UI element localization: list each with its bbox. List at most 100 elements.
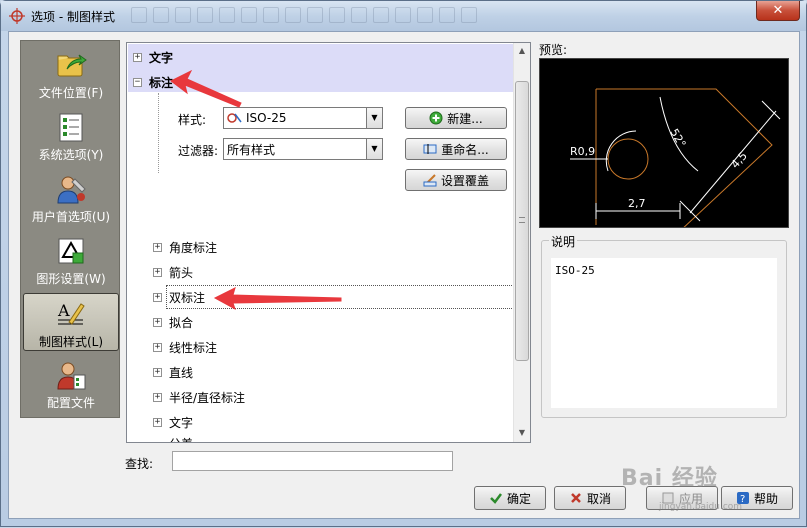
tree-item-arrows[interactable]: 箭头 [169,264,193,281]
checklist-icon [59,113,83,142]
nav-item-file-locations[interactable]: 文件位置(F) [23,45,119,103]
svg-text:A: A [57,301,70,320]
nav-hotkey: (F) [86,86,104,100]
nav-label: 文件位置 [38,86,87,100]
cancel-label: 取消 [586,491,611,506]
expand-icon[interactable]: + [153,268,162,277]
nav-hotkey: (Y) [86,148,104,162]
nav-item-profiles[interactable]: 配置文件 [23,355,119,413]
tree-item-dual-dimension[interactable]: 双标注 [169,289,205,306]
nav-hotkey: (U) [91,210,111,224]
rename-icon [423,144,437,154]
options-dialog: 选项 - 制图样式 ✕ 文件位置(F) 系统选项(Y) 用户首选项(U) 图形设… [0,0,807,527]
dimension-preview: R0,9 52° 4,5 2,7 [539,58,789,232]
preview-drawing: R0,9 52° 4,5 2,7 [570,88,781,232]
tree-item-linear-dimension[interactable]: 线性标注 [169,339,217,356]
tree-item-fit[interactable]: 拟合 [169,314,193,331]
style-label: 样式: [178,113,207,127]
angle-dim-text: 52° [667,127,688,150]
nav-hotkey: (W) [84,272,106,286]
nav-label: 配置文件 [46,396,95,410]
nav-item-graphics-settings[interactable]: 图形设置(W) [23,231,119,289]
linear-dim-text: 2,7 [628,197,646,210]
add-icon [429,111,443,125]
tree-guide [158,93,159,173]
drafting-style-icon: A [57,301,85,325]
graphics-settings-icon [58,238,84,264]
baidu-watermark: Bai 经验 [621,466,718,491]
app-icon [9,8,25,24]
expand-icon[interactable]: + [153,318,162,327]
preview-label: 预览: [539,43,568,57]
category-nav: 文件位置(F) 系统选项(Y) 用户首选项(U) 图形设置(W) A 制图样式(… [20,40,120,418]
expand-icon[interactable]: + [133,53,142,62]
scroll-thumb[interactable] [515,81,529,361]
new-style-button[interactable]: 新建... [405,107,507,129]
set-override-button[interactable]: 设置覆盖 [405,169,507,191]
tree-item-text[interactable]: 文字 [149,49,173,66]
title-bar[interactable]: 选项 - 制图样式 ✕ [1,1,806,31]
rename-style-button[interactable]: 重命名... [405,138,507,160]
set-override-label: 设置覆盖 [440,173,489,188]
dimension-style-icon [227,113,242,123]
user-tools-icon [57,176,86,204]
tree-item-tolerance[interactable]: 公差 [169,437,193,442]
scroll-up-icon[interactable]: ▲ [514,43,530,59]
rename-style-label: 重命名... [441,142,489,157]
expand-icon[interactable]: + [153,393,162,402]
help-label: 帮助 [753,491,778,506]
tree-item-dimension[interactable]: 标注 [149,74,173,91]
nav-label: 用户首选项 [31,210,92,224]
style-select-value: ISO-25 [246,111,287,125]
tree-item-lines[interactable]: 直线 [169,364,193,381]
search-label: 查找: [125,457,154,471]
x-icon [571,493,581,503]
tree-clip: 公差 [128,437,513,442]
dialog-body: 文件位置(F) 系统选项(Y) 用户首选项(U) 图形设置(W) A 制图样式(… [8,31,800,519]
baidu-watermark-url: jingyan.baidu.com [659,502,743,512]
description-legend: 说明 [549,233,578,250]
close-icon: ✕ [772,3,784,18]
expand-icon[interactable]: + [153,243,162,252]
new-style-label: 新建... [447,111,483,126]
cancel-button[interactable]: 取消 [554,486,626,510]
filter-select-value: 所有样式 [227,142,276,157]
profile-icon [57,362,86,390]
settings-tree[interactable]: + 文字 − 标注 样式: ISO-25 ▼ 过滤器: 所有样式 ▼ 新建...… [126,42,531,443]
expand-icon[interactable]: + [153,418,162,427]
aligned-dim-text: 4,5 [729,149,750,171]
ok-label: 确定 [506,491,531,506]
tree-focus-rect [166,285,514,309]
filter-label: 过滤器: [178,144,219,158]
chevron-down-icon[interactable]: ▼ [366,108,382,128]
tree-item-angular-dimension[interactable]: 角度标注 [169,239,217,256]
expand-icon[interactable]: + [153,343,162,352]
scroll-down-icon[interactable]: ▼ [514,425,530,441]
radius-dim-text: R0,9 [570,145,595,158]
description-text: ISO-25 [551,258,777,408]
close-button[interactable]: ✕ [756,1,800,21]
tree-item-radius-diameter[interactable]: 半径/直径标注 [169,389,245,406]
folder-arrow-icon [57,54,87,77]
override-icon [423,174,437,187]
expand-icon[interactable]: + [153,368,162,377]
filter-select[interactable]: 所有样式 ▼ [223,138,383,160]
nav-item-drafting-style[interactable]: A 制图样式(L) [23,293,119,351]
tree-item-text-sub[interactable]: 文字 [169,414,193,431]
tree-scrollbar[interactable]: ▲ ▼ [513,43,530,442]
background-toolbar [131,7,491,25]
tree-row-highlight [128,44,513,92]
collapse-icon[interactable]: − [133,78,142,87]
nav-hotkey: (L) [86,335,104,349]
style-select[interactable]: ISO-25 ▼ [223,107,383,129]
window-title: 选项 - 制图样式 [31,10,115,24]
nav-item-system-options[interactable]: 系统选项(Y) [23,107,119,165]
nav-label: 制图样式 [38,335,87,349]
nav-label: 图形设置 [36,272,85,286]
search-input[interactable] [172,451,453,471]
expand-icon[interactable]: + [153,293,162,302]
chevron-down-icon[interactable]: ▼ [366,139,382,159]
check-icon [490,493,502,504]
ok-button[interactable]: 确定 [474,486,546,510]
nav-item-user-preferences[interactable]: 用户首选项(U) [23,169,119,227]
